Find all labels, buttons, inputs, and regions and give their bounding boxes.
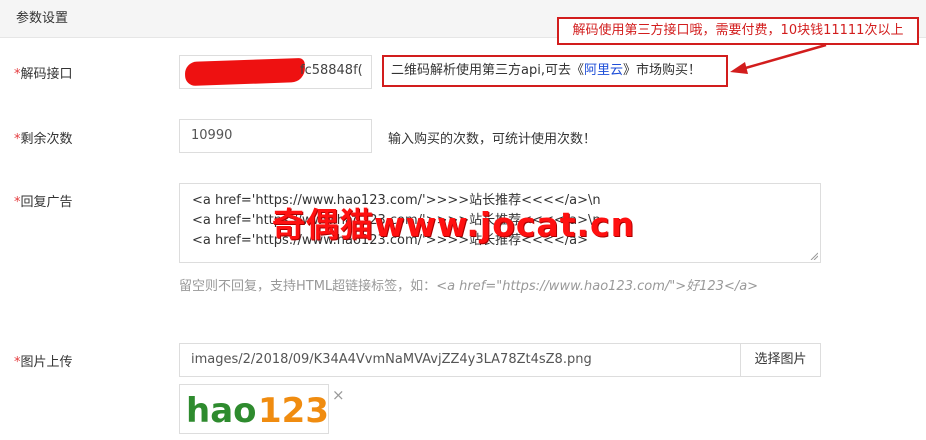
remaining-count-input[interactable]: 10990 [179, 119, 372, 153]
image-upload-label: *图片上传 [14, 355, 73, 370]
image-path-input[interactable]: images/2/2018/09/K34A4VvmNaMVAvjZZ4y3LA7… [179, 343, 741, 377]
panel-title: 参数设置 [16, 11, 69, 26]
remaining-hint: 输入购买的次数，可统计使用次数！ [388, 132, 597, 147]
annotation-arrow-icon [730, 43, 827, 74]
decode-api-value-suffix: fc58848f( [300, 63, 363, 78]
watermark: 奇偶猫www.jocat.cn [272, 205, 636, 244]
choose-image-button[interactable]: 选择图片 [740, 343, 821, 377]
resize-handle-icon[interactable] [810, 252, 818, 260]
reply-ad-help-example: <a href="https://www.hao123.com/">好123</… [436, 279, 759, 294]
remaining-label: *剩余次数 [14, 132, 73, 147]
aliyun-link[interactable]: 阿里云 [584, 63, 623, 78]
decode-api-callout: 二维码解析使用第三方api,可去《阿里云》市场购买！ [382, 55, 728, 87]
reply-ad-help: 留空则不回复，支持HTML超链接标签，如：<a href="https://ww… [179, 279, 759, 294]
decode-api-label: *解码接口 [14, 67, 73, 82]
redaction-mark [184, 57, 306, 87]
svg-text:123: 123 [258, 391, 328, 431]
annotation-banner: 解码使用第三方接口哦，需要付费，10块钱11111次以上 [557, 17, 919, 45]
reply-ad-label: *回复广告 [14, 195, 73, 210]
hao123-logo-icon: hao 123 [186, 391, 329, 431]
image-thumbnail: hao 123 [179, 384, 329, 434]
remove-image-icon[interactable]: × [332, 386, 345, 404]
svg-text:hao: hao [186, 391, 257, 431]
